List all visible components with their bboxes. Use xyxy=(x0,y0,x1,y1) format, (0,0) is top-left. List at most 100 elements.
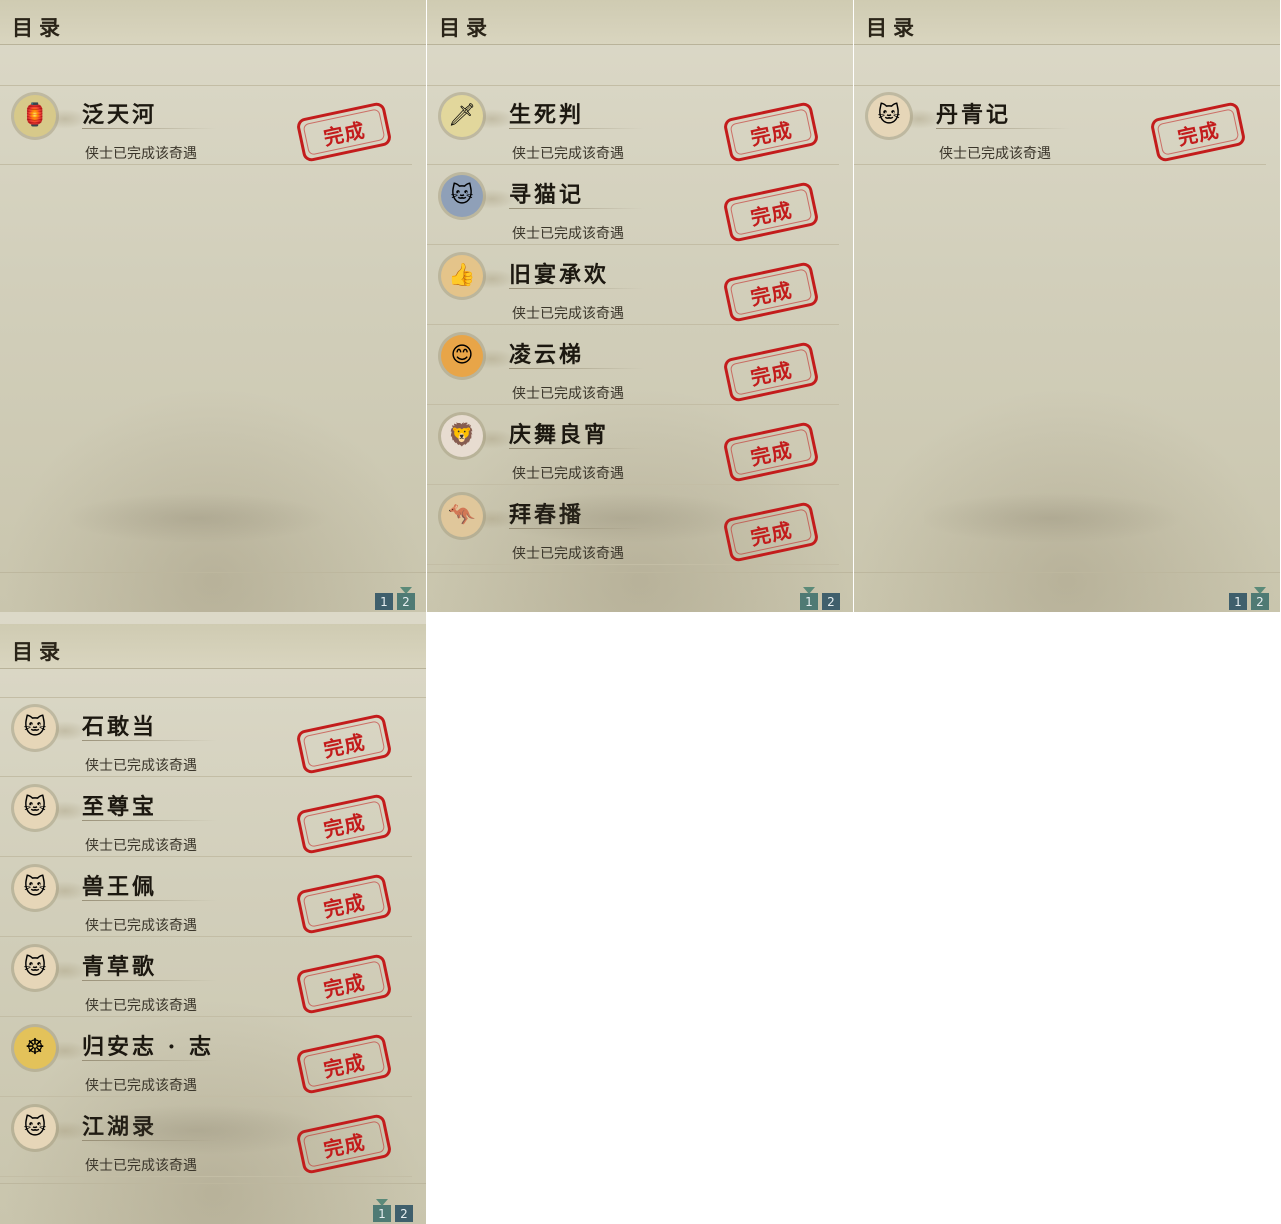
adventure-list-item[interactable]: ☸ 归安志 · 志侠士已完成该奇遇 完成 xyxy=(0,1017,412,1097)
completed-stamp: 完成 xyxy=(722,101,820,163)
adventure-name: 庆舞良宵 xyxy=(509,422,610,448)
panel-title: 目录 xyxy=(12,15,66,40)
panel-header: 目录 xyxy=(427,0,853,45)
completion-status: 侠士已完成该奇遇 xyxy=(85,838,197,854)
adventure-list-item[interactable]: 🐱 石敢当侠士已完成该奇遇 完成 xyxy=(0,697,412,777)
stamp-text: 完成 xyxy=(748,277,795,310)
completion-status: 侠士已完成该奇遇 xyxy=(85,918,197,934)
blade-ingot-icon: 🗡 xyxy=(441,95,483,137)
name-underline xyxy=(509,448,644,449)
panel-header: 目录 xyxy=(0,0,426,45)
adventure-list-item[interactable]: 🏮 泛天河侠士已完成该奇遇 完成 xyxy=(0,85,412,165)
adventure-list-item[interactable]: 🐱 兽王佩 侠士已完成该奇遇 完成 xyxy=(0,857,412,937)
panel-header: 目录 xyxy=(854,0,1280,45)
panel-title: 目录 xyxy=(439,15,493,40)
completion-status: 侠士已完成该奇遇 xyxy=(85,1078,197,1094)
page-button-2[interactable]: 2 xyxy=(395,1205,413,1222)
adventure-catalog-panel-2: 目录 🗡 生死判 侠士已完成该奇遇 完成 🐱 寻猫记 侠士已完成该奇遇 完成 👍 旧宴承欢 侠士已完… xyxy=(427,0,853,612)
completion-status: 侠士已完成该奇遇 xyxy=(512,466,624,482)
completion-status: 侠士已完成该奇遇 xyxy=(512,546,624,562)
adventure-list-item[interactable]: 🐱 寻猫记侠士已完成该奇遇 完成 xyxy=(427,165,839,245)
adventure-name: 旧宴承欢 xyxy=(509,262,610,288)
icon-glyph: 😊 xyxy=(450,343,474,368)
pagination: 1 2 xyxy=(375,587,415,610)
adventure-name: 石敢当 xyxy=(82,714,158,740)
page-button-1[interactable]: 1 xyxy=(1229,593,1247,610)
adventure-list-item[interactable]: 🦘 拜春播侠士已完成该奇遇 完成 xyxy=(427,485,839,565)
completion-status: 侠士已完成该奇遇 xyxy=(939,146,1051,162)
cat-face-icon: 🐱 xyxy=(14,707,56,749)
completed-stamp: 完成 xyxy=(722,261,820,323)
cat-face-icon: 🐱 xyxy=(14,947,56,989)
adventure-list-item[interactable]: 👍 旧宴承欢 侠士已完成该奇遇 完成 xyxy=(427,245,839,325)
adventure-name: 拜春播 xyxy=(509,502,585,528)
adventure-list-item[interactable]: 😊 凌云梯 侠士已完成该奇遇 完成 xyxy=(427,325,839,405)
completed-stamp: 完成 xyxy=(1149,101,1247,163)
name-underline xyxy=(82,1060,217,1061)
icon-glyph: 🏮 xyxy=(21,103,49,128)
page-button-1[interactable]: 1 xyxy=(373,1199,391,1222)
stamp-text: 完成 xyxy=(748,117,795,150)
name-underline xyxy=(82,900,217,901)
name-underline xyxy=(82,820,217,821)
completion-status: 侠士已完成该奇遇 xyxy=(512,226,624,242)
divider xyxy=(0,572,426,573)
divider xyxy=(427,572,853,573)
icon-glyph: 🦘 xyxy=(448,503,476,528)
stamp-text: 完成 xyxy=(321,809,368,842)
name-underline xyxy=(509,208,644,209)
stamp-text: 完成 xyxy=(321,889,368,922)
page-button-2[interactable]: 2 xyxy=(822,593,840,610)
icon-glyph: 🐱 xyxy=(877,103,901,128)
adventure-name: 兽王佩 xyxy=(82,874,158,900)
row-divider xyxy=(0,1176,412,1177)
thumbs-up-icon: 👍 xyxy=(441,255,483,297)
adventure-list-item[interactable]: 🗡 生死判侠士已完成该奇遇 完成 xyxy=(427,85,839,165)
icon-glyph: ☸ xyxy=(25,1035,45,1060)
stamp-text: 完成 xyxy=(748,357,795,390)
adventure-list-item[interactable]: 🐱 丹青记侠士已完成该奇遇 完成 xyxy=(854,85,1266,165)
completed-stamp: 完成 xyxy=(295,101,393,163)
pagination: 1 2 xyxy=(1229,587,1269,610)
divider xyxy=(854,572,1280,573)
adventure-name: 生死判 xyxy=(509,102,585,128)
adventure-list-item[interactable]: 🐱 江湖录 侠士已完成该奇遇 完成 xyxy=(0,1097,412,1177)
name-underline xyxy=(936,128,1071,129)
name-underline xyxy=(509,368,644,369)
stamp-text: 完成 xyxy=(748,197,795,230)
completed-stamp: 完成 xyxy=(722,501,820,563)
completion-status: 侠士已完成该奇遇 xyxy=(85,146,197,162)
completed-stamp: 完成 xyxy=(295,873,393,935)
adventure-name: 丹青记 xyxy=(936,102,1012,128)
completed-stamp: 完成 xyxy=(295,713,393,775)
name-underline xyxy=(82,740,217,741)
smiling-face-icon: 😊 xyxy=(441,335,483,377)
page-button-1[interactable]: 1 xyxy=(375,593,393,610)
completed-stamp: 完成 xyxy=(722,181,820,243)
lion-dance-icon: 🦁 xyxy=(441,415,483,457)
kangaroo-icon: 🦘 xyxy=(441,495,483,537)
adventure-catalog-panel-4: 目录 🐱 石敢当 侠士已完成该奇遇 完成 🐱 至尊宝 侠士已完成该奇遇 完成 🐱 兽王佩 侠士已完成… xyxy=(0,612,426,1224)
completion-status: 侠士已完成该奇遇 xyxy=(85,758,197,774)
name-underline xyxy=(509,288,644,289)
icon-glyph: 🐱 xyxy=(23,795,47,820)
adventure-catalog-panel-1: 目录 🏮 泛天河侠士已完成该奇遇 完成 1 2 xyxy=(0,0,426,612)
completed-stamp: 完成 xyxy=(295,953,393,1015)
panel-title: 目录 xyxy=(12,639,66,664)
adventure-name: 归安志 · 志 xyxy=(82,1034,214,1060)
golden-buddha-icon: ☸ xyxy=(14,1027,56,1069)
adventure-name: 泛天河 xyxy=(82,102,158,128)
page-button-2[interactable]: 2 xyxy=(397,587,415,610)
page-button-2[interactable]: 2 xyxy=(1251,587,1269,610)
adventure-list-item[interactable]: 🐱 至尊宝 侠士已完成该奇遇 完成 xyxy=(0,777,412,857)
adventure-list-item[interactable]: 🐱 青草歌 侠士已完成该奇遇 完成 xyxy=(0,937,412,1017)
adventure-name: 寻猫记 xyxy=(509,182,585,208)
stamp-text: 完成 xyxy=(321,729,368,762)
completed-stamp: 完成 xyxy=(295,1033,393,1095)
name-underline xyxy=(82,980,217,981)
adventure-list-item[interactable]: 🦁 庆舞良宵 侠士已完成该奇遇 完成 xyxy=(427,405,839,485)
completion-status: 侠士已完成该奇遇 xyxy=(512,146,624,162)
row-divider xyxy=(427,564,839,565)
raccoon-cat-icon: 🐱 xyxy=(441,175,483,217)
page-button-1[interactable]: 1 xyxy=(800,587,818,610)
